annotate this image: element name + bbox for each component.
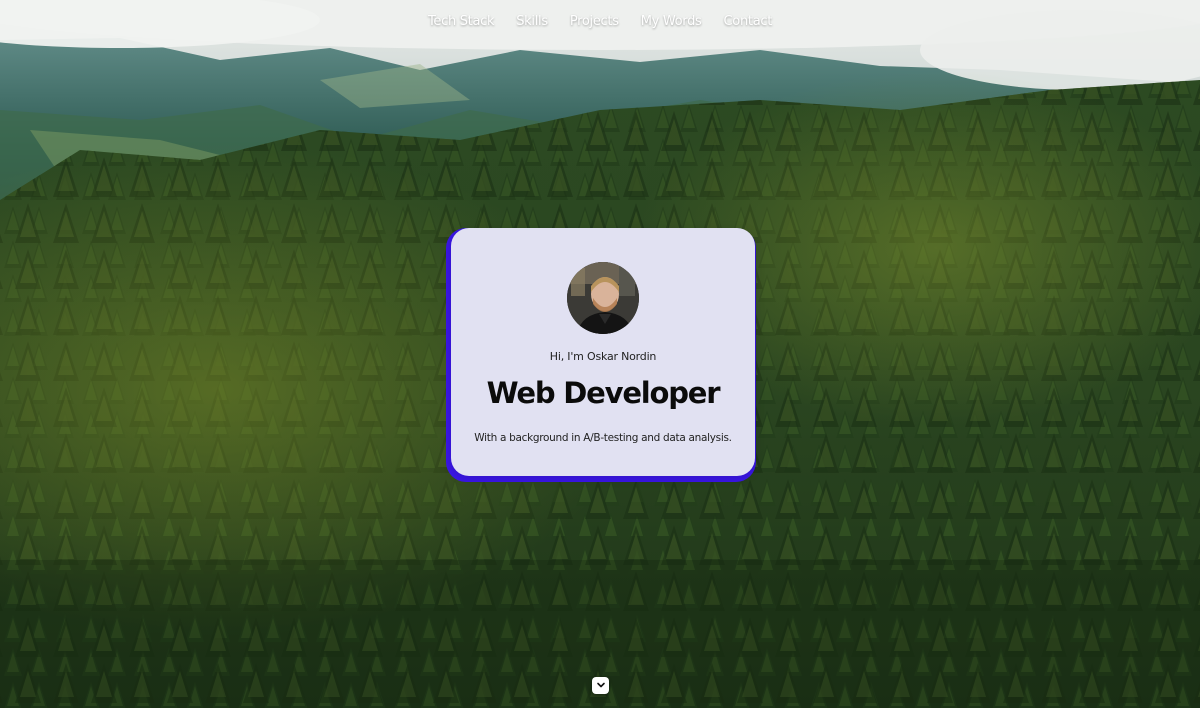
nav-link-projects[interactable]: Projects (570, 14, 619, 29)
chevron-down-icon (596, 677, 606, 695)
nav-link-tech-stack[interactable]: Tech Stack (428, 14, 495, 29)
hero-card: Hi, I'm Oskar Nordin Web Developer With … (451, 228, 755, 476)
nav-link-contact[interactable]: Contact (724, 14, 773, 29)
hero-greeting: Hi, I'm Oskar Nordin (549, 350, 657, 363)
main-nav: Tech Stack Skills Projects My Words Cont… (0, 14, 1200, 29)
nav-link-my-words[interactable]: My Words (641, 14, 702, 29)
avatar (567, 262, 639, 334)
hero-subtitle: With a background in A/B-testing and dat… (474, 432, 732, 444)
nav-link-skills[interactable]: Skills (516, 14, 548, 29)
scroll-down-button[interactable] (592, 677, 609, 694)
hero-title: Web Developer (486, 376, 721, 410)
